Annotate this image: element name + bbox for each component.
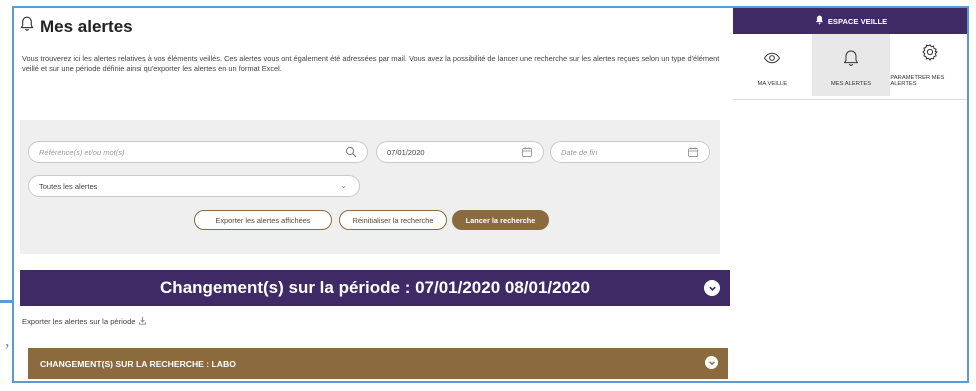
- start-date-field[interactable]: 07/01/2020: [376, 141, 544, 163]
- search-panel: Référence(s) et/ou mot(s) 07/01/2020 Dat…: [20, 120, 720, 254]
- search-section-label: CHANGEMENT(S) SUR LA RECHERCHE : LABO: [40, 358, 236, 369]
- chevron-down-circle-icon[interactable]: [705, 356, 718, 369]
- end-date-placeholder: Date de fin: [561, 147, 598, 157]
- calendar-icon[interactable]: [687, 146, 699, 158]
- period-section-header[interactable]: Changement(s) sur la période : 07/01/202…: [20, 270, 730, 306]
- nav-item-label: PARAMETRER MES ALERTES: [890, 75, 945, 87]
- nav-item-label: MA VEILLE: [757, 81, 788, 87]
- watch-space-title: ESPACE VEILLE: [827, 16, 888, 26]
- search-icon[interactable]: [345, 146, 357, 158]
- start-date-value: 07/01/2020: [387, 147, 425, 157]
- bell-filled-icon: [815, 15, 824, 27]
- sidebar-divider: [733, 99, 967, 100]
- watch-space-sidebar: ESPACE VEILLE MA VEILLE MES ALERTES PARA…: [733, 8, 967, 121]
- reference-placeholder: Référence(s) et/ou mot(s): [39, 147, 125, 157]
- stray-comma: ,: [5, 330, 10, 350]
- chevron-down-icon: ⌄: [340, 181, 347, 190]
- intro-text: Vous trouverez ici les alertes relatives…: [22, 54, 720, 73]
- eye-icon: [763, 49, 781, 69]
- page-header: Mes alertes: [20, 16, 133, 37]
- main-content: Mes alertes Vous trouverez ici les alert…: [14, 8, 732, 381]
- gear-icon: [921, 43, 939, 63]
- alerts-type-select[interactable]: Toutes les alertes ⌄: [28, 175, 360, 197]
- search-section-header[interactable]: CHANGEMENT(S) SUR LA RECHERCHE : LABO: [28, 348, 728, 379]
- nav-item-parametrer-mes-alertes[interactable]: PARAMETRER MES ALERTES: [890, 34, 967, 96]
- page-title: Mes alertes: [40, 16, 133, 36]
- run-search-button[interactable]: Lancer la recherche: [452, 210, 549, 230]
- sidebar-nav: MA VEILLE MES ALERTES PARAMETRER MES ALE…: [733, 34, 967, 96]
- export-period-label: Exporter les alertes sur la période: [22, 317, 136, 326]
- screenshot-frame: Mes alertes Vous trouverez ici les alert…: [12, 6, 969, 383]
- end-date-field[interactable]: Date de fin: [550, 141, 710, 163]
- bell-outline-icon: [20, 16, 34, 37]
- alerts-type-value: Toutes les alertes: [39, 181, 98, 191]
- bell-outline-icon: [842, 49, 860, 69]
- calendar-icon[interactable]: [521, 146, 533, 158]
- reference-search-input[interactable]: Référence(s) et/ou mot(s): [28, 141, 368, 163]
- download-icon: [138, 316, 147, 327]
- period-heading: Changement(s) sur la période : 07/01/202…: [160, 278, 590, 297]
- reset-search-button[interactable]: Réinitialiser la recherche: [339, 210, 447, 230]
- chevron-down-circle-icon[interactable]: [704, 280, 720, 296]
- watch-space-header: ESPACE VEILLE: [733, 8, 967, 34]
- nav-item-mes-alertes[interactable]: MES ALERTES: [811, 34, 891, 96]
- export-period-link[interactable]: Exporter les alertes sur la période: [22, 316, 147, 327]
- nav-item-label: MES ALERTES: [830, 81, 872, 87]
- export-displayed-button[interactable]: Exporter les alertes affichées: [194, 210, 332, 230]
- nav-item-ma-veille[interactable]: MA VEILLE: [733, 34, 812, 96]
